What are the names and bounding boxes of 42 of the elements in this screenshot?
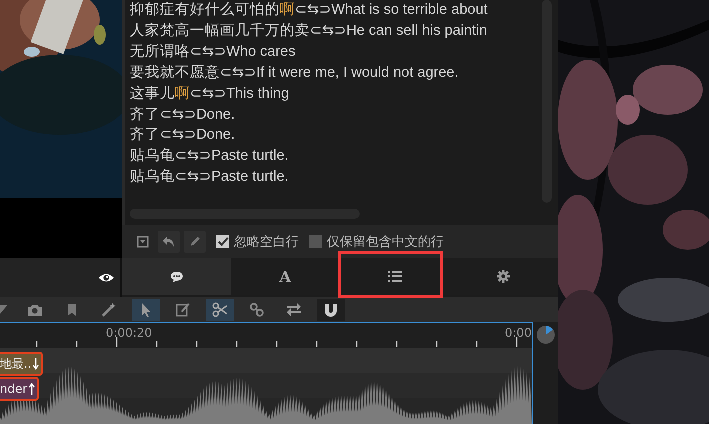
edit-icon [175,302,191,318]
panel-tab[interactable] [122,258,231,295]
chat-bubble-icon [170,270,184,282]
subtitle-line: 要我就不愿意⊂⇆⊃If it were me, I would not agree. [130,64,459,83]
subtitle-line: 贴乌龟⊂⇆⊃Paste turtle. [130,168,289,188]
subtitle-line: 抑郁症有好什么可怕的啊⊂⇆⊃What is so terrible about [130,1,488,20]
panel-tab[interactable] [449,258,558,295]
zoom-knob[interactable] [536,325,556,345]
eye-icon[interactable] [98,272,115,284]
subtitle-line: 人家梵高一幅画几千万的卖⊂⇆⊃He can sell his paintin [130,22,488,41]
panel-tab[interactable] [340,258,449,295]
tool-button[interactable] [317,298,345,320]
subtitle-line: 贴乌龟⊂⇆⊃Paste turtle. [130,147,289,166]
subtitle-line: 这事儿啊⊂⇆⊃This thing [130,84,290,104]
swap-icon [286,302,302,318]
list-icon [388,271,402,282]
pencil-icon [189,236,201,248]
subtitle-line: 无所谓咯⊂⇆⊃Who cares [130,42,296,62]
option-label: 仅保留包含中文的行 [327,234,444,250]
down-arrow-icon [32,358,39,370]
option-label: 忽略空白行 [234,234,299,250]
settings-icon [497,270,510,283]
magnet-icon [323,302,339,318]
subtitle-block[interactable]: 地最.. [0,352,43,376]
checkbox[interactable] [309,235,322,248]
tool-button[interactable] [206,298,234,320]
subtitle-line: 齐了⊂⇆⊃Done. [130,126,236,146]
checkbox[interactable] [216,235,229,248]
pencil-button[interactable] [184,230,206,252]
undo-icon [162,236,176,248]
time-label: 0:00:20 [106,326,152,340]
dropdown-icon [137,236,149,248]
magic-wand-icon [101,302,117,318]
scissors-icon [212,302,228,318]
link-icon [249,302,265,318]
panel-tab[interactable]: A [231,258,340,295]
time-label: 0:00 [505,326,532,340]
undo-button[interactable] [158,230,180,252]
tool-button[interactable] [132,298,160,320]
subtitle-line: 齐了⊂⇆⊃Done. [130,106,236,125]
subtitle-block[interactable]: nder [0,377,39,401]
up-arrow-icon [28,383,35,395]
